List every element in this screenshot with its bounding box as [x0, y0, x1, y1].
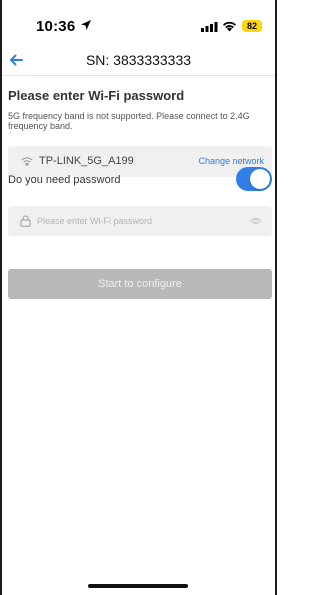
change-network-link[interactable]: Change network [198, 156, 264, 166]
password-required-label: Do you need password [8, 174, 121, 186]
signal-bars-icon [201, 22, 218, 32]
password-input[interactable] [37, 206, 243, 236]
lock-icon [20, 215, 31, 227]
wifi-icon [21, 157, 33, 166]
status-bar: 10:36 82 [0, 0, 277, 44]
phone-screen: 10:36 82 SN: 3833333333 Please enter Wi-… [0, 0, 277, 595]
location-arrow-icon [81, 20, 91, 30]
wifi-icon [223, 21, 236, 32]
device-frame-edge [0, 0, 2, 595]
password-required-row: Do you need password [8, 166, 272, 196]
battery-icon: 82 [242, 20, 262, 32]
eye-icon[interactable] [250, 216, 262, 226]
section-heading: Please enter Wi-Fi password [8, 88, 185, 103]
home-indicator[interactable] [88, 584, 188, 588]
band-warning-text: 5G frequency band is not supported. Plea… [8, 111, 250, 131]
status-time: 10:36 [36, 18, 76, 35]
device-frame-edge [275, 0, 277, 595]
password-required-toggle[interactable] [236, 167, 272, 191]
toggle-knob [250, 169, 270, 189]
password-field [8, 206, 272, 236]
page-title: SN: 3833333333 [85, 52, 192, 68]
start-configure-button[interactable]: Start to configure [8, 269, 272, 299]
navigation-bar: SN: 3833333333 [0, 44, 277, 76]
